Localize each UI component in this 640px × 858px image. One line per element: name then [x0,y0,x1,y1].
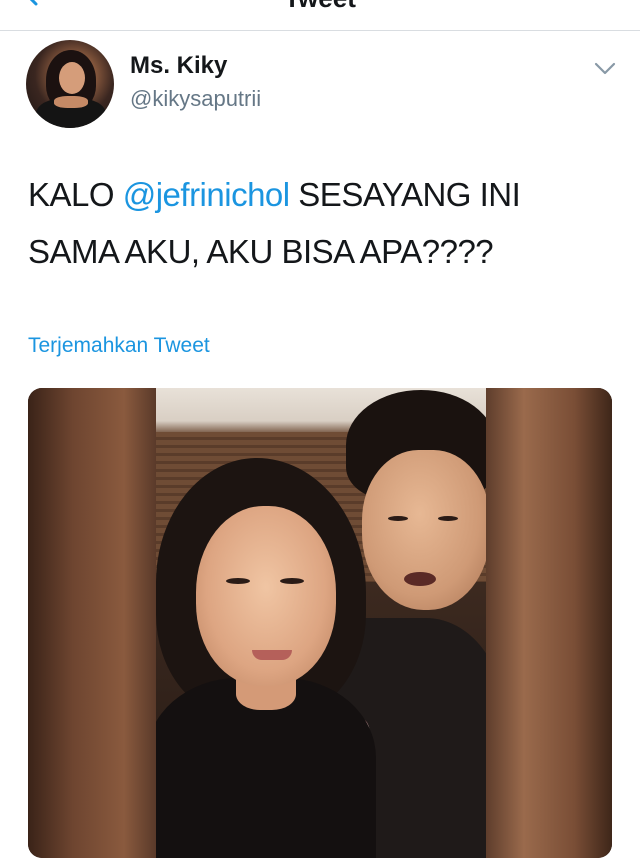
woman-eye-left [226,578,250,584]
video-media[interactable] [28,388,612,858]
tweet-text-start: KALO [28,176,123,213]
author-handle[interactable]: @kikysaputrii [130,86,261,112]
avatar[interactable] [26,40,114,128]
tweet-text: KALO @jefrinichol SESAYANG INI SAMA AKU,… [28,166,618,280]
man-face [362,450,486,610]
avatar-shoulder [54,96,88,108]
tweet-header: Ms. Kiky @kikysaputrii [26,40,626,130]
video-frame [156,388,486,858]
navigation-bar: Tweet [0,0,640,31]
woman-mouth [252,650,292,660]
man-mouth [404,572,436,586]
mention-link[interactable]: @jefrinichol [123,176,290,213]
avatar-face [59,62,85,94]
chevron-down-icon[interactable] [594,62,616,76]
man-eye-right [438,516,458,521]
page-title: Tweet [0,0,640,11]
video-blur-right [486,388,612,858]
author-display-name[interactable]: Ms. Kiky [130,52,227,80]
video-blur-left [28,388,156,858]
translate-tweet-link[interactable]: Terjemahkan Tweet [28,334,210,358]
woman-eye-right [280,578,304,584]
man-eye-left [388,516,408,521]
